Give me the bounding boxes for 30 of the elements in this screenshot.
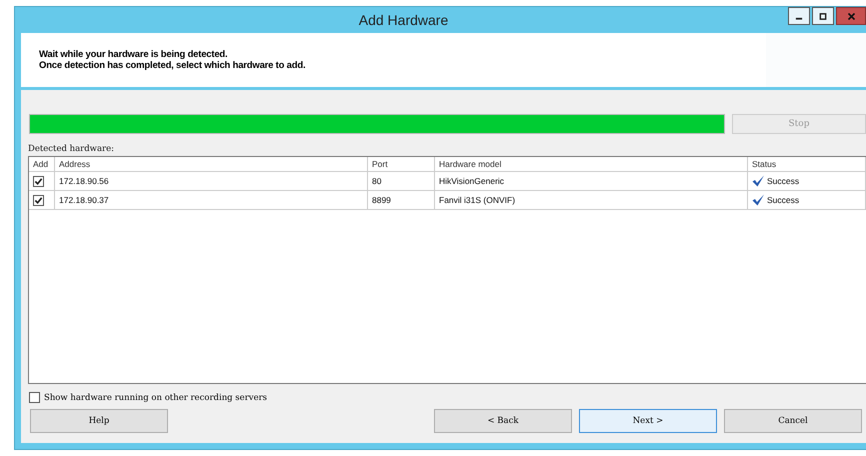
instruction-text: Once detection has completed, select which hardware to add. (39, 60, 306, 71)
dialog-button[interactable]: Cancel (724, 409, 862, 433)
dialog-button[interactable]: Next > (579, 409, 717, 433)
add-checkbox[interactable] (33, 176, 44, 186)
table-cell: 80 (368, 172, 435, 191)
check-icon (752, 194, 765, 206)
column-header[interactable]: Add (29, 157, 55, 172)
table-cell: 172.18.90.37 (55, 191, 368, 210)
dialog-button[interactable]: Help (30, 409, 168, 433)
table-cell: Fanvil i31S (ONVIF) (435, 191, 748, 210)
column-header[interactable]: Hardware model (435, 157, 748, 172)
minimize-icon[interactable] (788, 7, 810, 25)
instruction-text: Wait while your hardware is being detected. (39, 49, 228, 60)
checkbox-label: Show hardware running on other recording servers (44, 392, 268, 402)
table-caption: Detected hardware: (28, 144, 115, 154)
column-header[interactable]: Status (748, 157, 866, 172)
column-header[interactable]: Port (368, 157, 435, 172)
table-cell: 8899 (368, 191, 435, 210)
check-icon (752, 175, 765, 187)
add-checkbox[interactable] (33, 194, 44, 206)
status-text: Success (767, 195, 800, 205)
close-icon[interactable] (836, 7, 866, 25)
status-text: Success (767, 176, 800, 186)
table-cell: 172.18.90.56 (55, 172, 368, 191)
window-title: Add Hardware (358, 12, 450, 28)
show-other-checkbox[interactable] (29, 392, 40, 403)
dialog-button[interactable]: < Back (434, 409, 572, 433)
column-header[interactable]: Address (55, 157, 368, 172)
maximize-icon[interactable] (812, 7, 834, 25)
table-cell: HikVisionGeneric (435, 172, 748, 191)
